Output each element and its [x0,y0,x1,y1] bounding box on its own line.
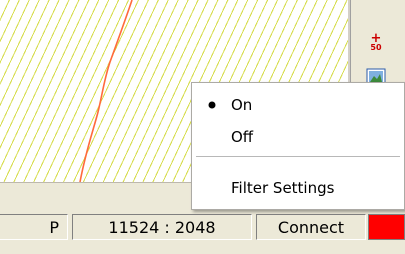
add-point-button[interactable]: + 50 [363,30,389,56]
status-pane-connection[interactable]: Connect [256,214,366,240]
connection-status: Connect [277,217,345,237]
status-pane-left: P [0,214,68,240]
menu-item-off[interactable]: Off [193,122,403,152]
coordinates-readout: 11524 : 2048 [108,217,216,237]
bullet-check-icon [193,101,231,109]
trace-line [79,0,133,182]
status-left-text: P [49,217,59,237]
menu-item-filter-settings[interactable]: Filter Settings [193,173,403,203]
context-menu: On Off Filter Settings [191,82,405,210]
connection-indicator [368,214,405,240]
add-point-icon: + 50 [370,31,382,52]
status-bar: P 11524 : 2048 Connect [0,206,405,254]
menu-item-on[interactable]: On [193,90,403,120]
menu-item-label: Off [231,128,254,146]
menu-item-label: On [231,96,253,114]
status-pane-coordinates: 11524 : 2048 [72,214,252,240]
menu-item-label: Filter Settings [231,179,335,197]
menu-separator [196,156,400,157]
